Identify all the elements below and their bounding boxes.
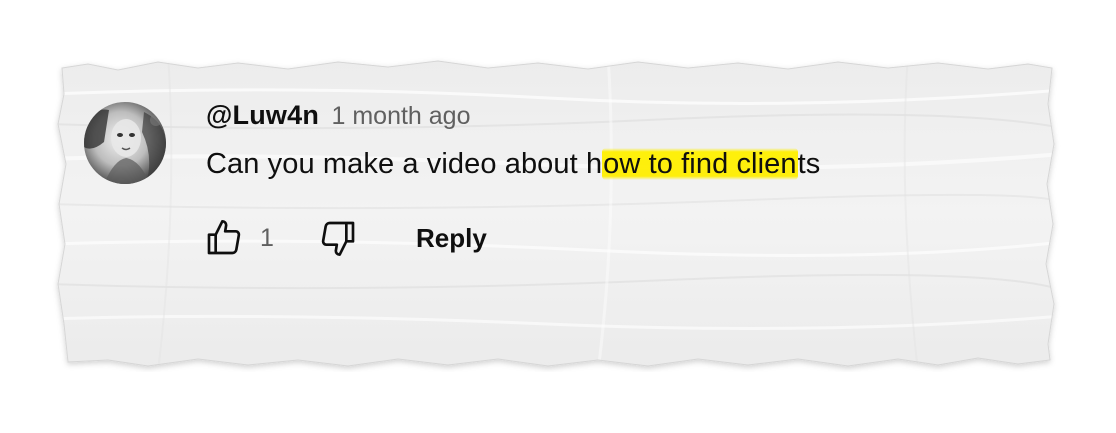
timestamp[interactable]: 1 month ago (331, 102, 470, 130)
thumbs-down-icon (321, 221, 355, 256)
dislike-button[interactable] (318, 218, 358, 258)
comment-text: Can you make a video about how to find c… (206, 148, 820, 181)
thumbs-up-icon (207, 220, 241, 255)
avatar-image (84, 102, 166, 184)
avatar[interactable] (84, 102, 166, 184)
like-count: 1 (260, 224, 274, 252)
comment-text-end: ts (797, 148, 821, 180)
author-handle[interactable]: @Luw4n (206, 100, 319, 130)
comment-meta: @Luw4n 1 month ago (206, 100, 470, 130)
comment: @Luw4n 1 month ago Can you make a video … (82, 100, 982, 260)
comment-text-start: Can you make a video about h (206, 148, 603, 180)
highlighted-text: ow to find clien (602, 148, 798, 180)
comment-actions: 1 Reply (206, 218, 626, 262)
like-button[interactable] (204, 218, 244, 258)
canvas: @Luw4n 1 month ago Can you make a video … (0, 0, 1116, 433)
reply-button[interactable]: Reply (416, 223, 487, 254)
